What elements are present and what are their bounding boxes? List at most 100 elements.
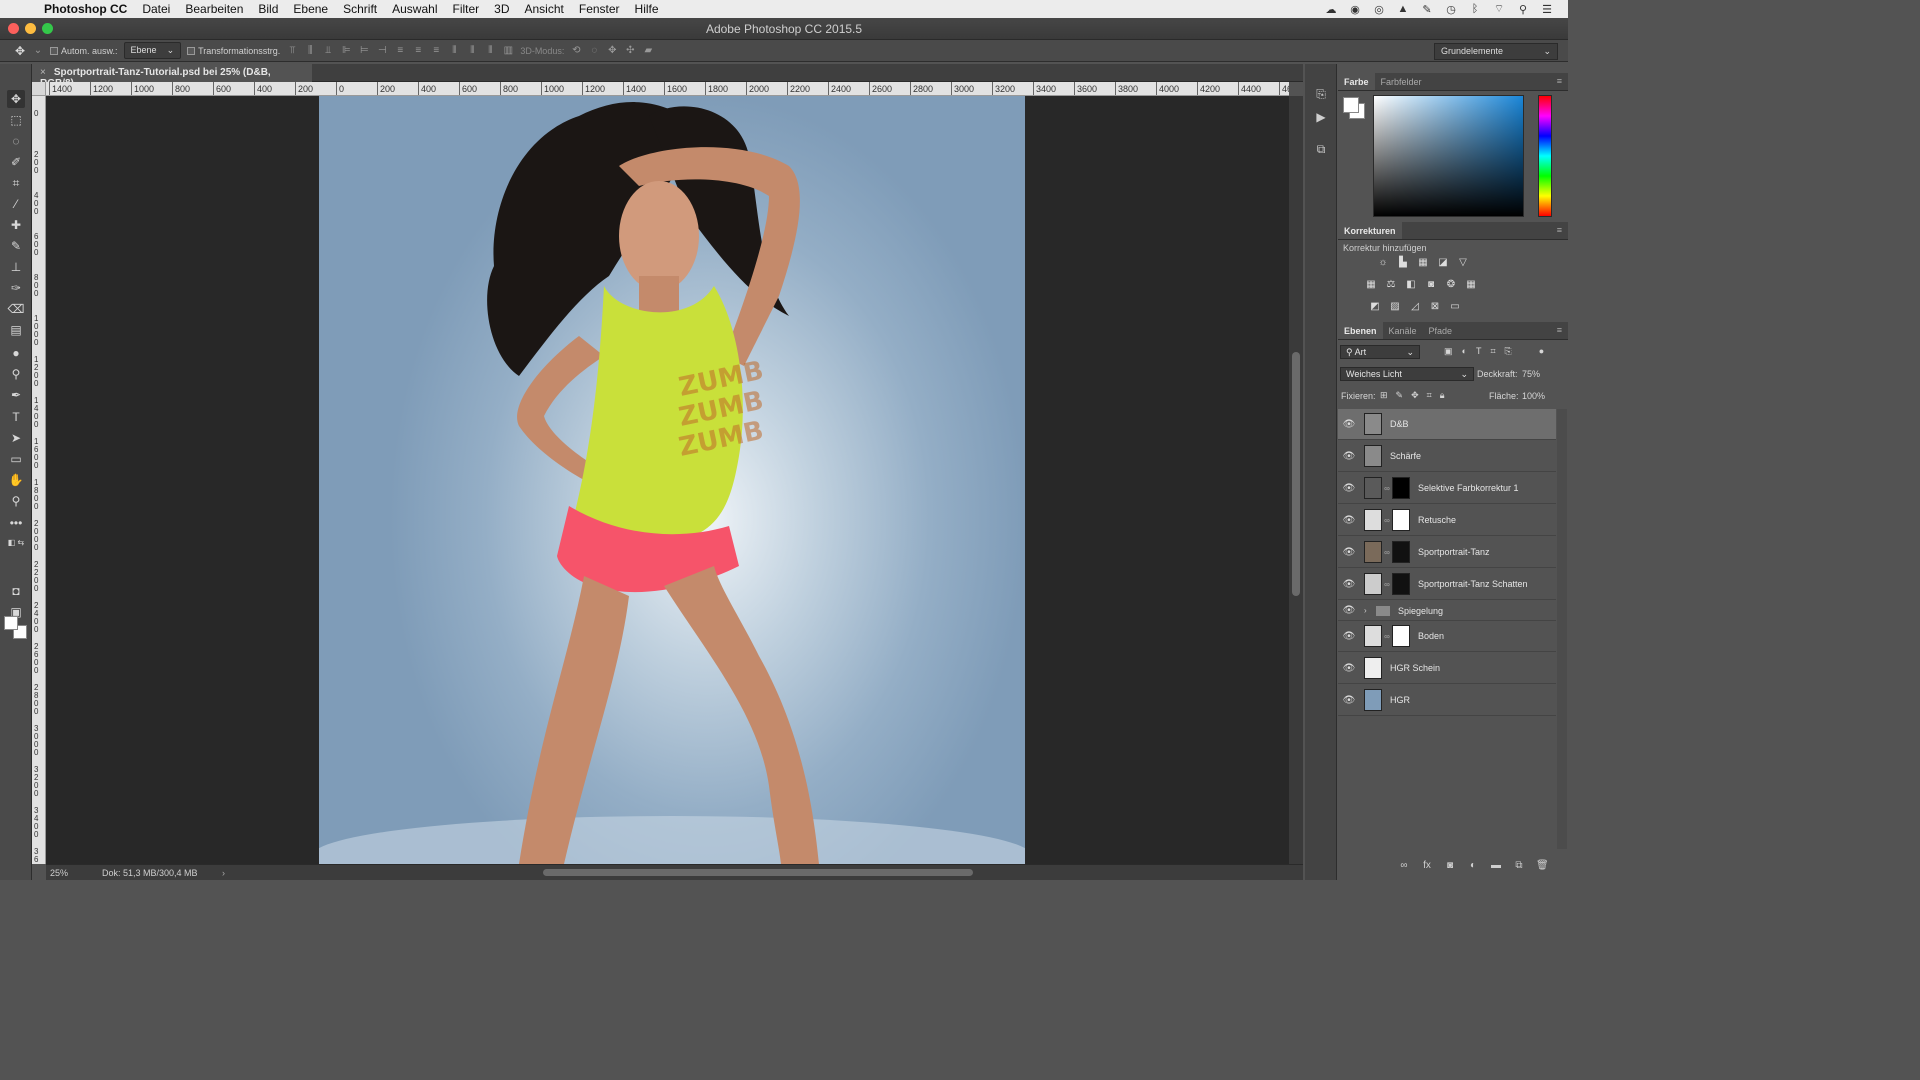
lock-pixels-icon[interactable]: ✎ <box>1396 390 1404 401</box>
layer-mask-thumbnail[interactable] <box>1392 541 1410 563</box>
filter-type-icon[interactable]: T <box>1476 346 1482 357</box>
layer-thumbnail[interactable] <box>1364 625 1382 647</box>
creative-cloud-icon[interactable]: ◉ <box>1348 3 1362 16</box>
actions-panel-icon[interactable]: ▶ <box>1313 109 1329 125</box>
ruler-origin[interactable] <box>32 82 46 96</box>
adjustments-menu-icon[interactable]: ≡ <box>1551 222 1568 239</box>
3d-rotate-icon[interactable]: ⟲ <box>570 45 582 57</box>
auto-select-target-dropdown[interactable]: Ebene ⌄ <box>123 42 182 59</box>
clone-stamp-tool-icon[interactable]: ⊥ <box>7 258 25 276</box>
menu-hilfe[interactable]: Hilfe <box>635 2 659 16</box>
auto-align-icon[interactable]: ▥ <box>502 45 514 57</box>
lock-artboard-icon[interactable]: ⌗ <box>1427 390 1432 401</box>
menu-photoshop[interactable]: Photoshop CC <box>44 2 127 16</box>
layer-thumbnail[interactable] <box>1364 509 1382 531</box>
filter-toggle-icon[interactable]: ● <box>1539 346 1544 357</box>
close-icon[interactable]: × <box>40 67 46 78</box>
spotlight-icon[interactable]: ⚲ <box>1516 3 1530 16</box>
align-hcenter-icon[interactable]: ⊨ <box>358 45 370 57</box>
mask-link-icon[interactable]: ∞ <box>1382 548 1392 557</box>
black-white-icon[interactable]: ◧ <box>1405 279 1417 291</box>
layer-row[interactable]: 👁︎ ∞ Retusche <box>1338 505 1556 536</box>
distribute-left-icon[interactable]: ⦀ <box>448 45 460 57</box>
eyedropper-tool-icon[interactable]: ⁄ <box>7 195 25 213</box>
mask-link-icon[interactable]: ∞ <box>1382 632 1392 641</box>
distribute-right-icon[interactable]: ⦀ <box>484 45 496 57</box>
workspace-dropdown[interactable]: Grundelemente ⌄ <box>1434 43 1558 60</box>
color-balance-icon[interactable]: ⚖ <box>1385 279 1397 291</box>
tab-pfade[interactable]: Pfade <box>1423 322 1459 339</box>
align-right-icon[interactable]: ⊣ <box>376 45 388 57</box>
dodge-tool-icon[interactable]: ⚲ <box>7 365 25 383</box>
layer-thumbnail[interactable] <box>1364 477 1382 499</box>
visibility-eye-icon[interactable]: 👁︎ <box>1338 695 1360 706</box>
zoom-level[interactable]: 25% <box>46 868 102 878</box>
adjustments-title[interactable]: Korrekturen <box>1338 222 1402 239</box>
tab-kanaele[interactable]: Kanäle <box>1383 322 1423 339</box>
new-group-icon[interactable]: ▬ <box>1490 860 1502 871</box>
vertical-ruler[interactable]: 0 200 400 600 800 1000 1200 1400 1600 1800 2000 220… <box>32 96 46 864</box>
menu-datei[interactable]: Datei <box>142 2 170 16</box>
color-lookup-icon[interactable]: ▦ <box>1465 279 1477 291</box>
threshold-icon[interactable]: ◿ <box>1409 301 1421 313</box>
tab-ebenen[interactable]: Ebenen <box>1338 322 1383 339</box>
channel-mixer-icon[interactable]: ❂ <box>1445 279 1457 291</box>
color-panel-menu-icon[interactable]: ≡ <box>1551 73 1568 90</box>
menu-bearbeiten[interactable]: Bearbeiten <box>185 2 243 16</box>
filter-pixel-icon[interactable]: ▣ <box>1444 346 1453 357</box>
eraser-tool-icon[interactable]: ⌫ <box>7 300 25 318</box>
menu-ebene[interactable]: Ebene <box>293 2 328 16</box>
gradient-map-icon[interactable]: ▭ <box>1449 301 1461 313</box>
layer-row[interactable]: 👁︎ Schärfe <box>1338 441 1556 472</box>
path-selection-tool-icon[interactable]: ➤ <box>7 429 25 447</box>
align-bottom-icon[interactable]: ⫫ <box>322 45 334 57</box>
cloud-icon[interactable]: ☁ <box>1324 3 1338 16</box>
hue-saturation-icon[interactable]: ▦ <box>1365 279 1377 291</box>
curves-icon[interactable]: ▦ <box>1417 257 1429 269</box>
blend-mode-dropdown[interactable]: Weiches Licht ⌄ <box>1340 367 1474 381</box>
layer-row[interactable]: 👁︎ HGR <box>1338 685 1556 716</box>
visibility-eye-icon[interactable]: 👁︎ <box>1338 419 1360 430</box>
record-icon[interactable]: ◎ <box>1372 3 1386 16</box>
filter-smart-object-icon[interactable]: ⎘ <box>1505 346 1512 357</box>
layer-row[interactable]: 👁︎ ∞ Sportportrait-Tanz Schatten <box>1338 569 1556 600</box>
3d-slide-icon[interactable]: ✣ <box>624 45 636 57</box>
brightness-icon[interactable]: ☼ <box>1377 257 1389 269</box>
3d-scale-icon[interactable]: ▰ <box>642 45 654 57</box>
levels-icon[interactable]: ▙ <box>1397 257 1409 269</box>
layers-panel-menu-icon[interactable]: ≡ <box>1551 322 1568 339</box>
layer-thumbnail[interactable] <box>1364 445 1382 467</box>
lock-position-icon[interactable]: ✥ <box>1411 390 1419 401</box>
layers-scrollbar[interactable] <box>1557 409 1567 849</box>
link-layers-icon[interactable]: ∞ <box>1398 860 1410 871</box>
canvas-horizontal-scrollbar[interactable] <box>543 869 973 876</box>
quick-mask-icon[interactable]: ◘ <box>7 582 25 600</box>
distribute-bottom-icon[interactable]: ≡ <box>430 45 442 57</box>
menu-fenster[interactable]: Fenster <box>579 2 620 16</box>
layer-filter-dropdown[interactable]: ⚲ Art ⌄ <box>1340 345 1420 359</box>
opacity-value[interactable]: 75% <box>1522 369 1540 379</box>
menu-auswahl[interactable]: Auswahl <box>392 2 437 16</box>
hue-slider[interactable] <box>1538 95 1552 217</box>
color-field[interactable] <box>1373 95 1524 217</box>
color-swatches[interactable] <box>4 616 30 642</box>
zoom-tool-icon[interactable]: ⚲ <box>7 492 25 510</box>
move-tool-icon[interactable]: ✥ <box>7 90 25 108</box>
transform-controls-checkbox[interactable]: Transformationsstrg. <box>187 46 280 56</box>
adobe-icon[interactable]: ▲ <box>1396 3 1410 15</box>
visibility-eye-icon[interactable]: 👁︎ <box>1338 547 1360 558</box>
layer-group-row[interactable]: 👁︎ › Spiegelung <box>1338 601 1556 621</box>
mask-link-icon[interactable]: ∞ <box>1382 516 1392 525</box>
menu-ansicht[interactable]: Ansicht <box>525 2 564 16</box>
tab-farbe[interactable]: Farbe <box>1338 73 1375 90</box>
3d-roll-icon[interactable]: ◌ <box>588 45 600 57</box>
selective-color-icon[interactable]: ⊠ <box>1429 301 1441 313</box>
layer-mask-thumbnail[interactable] <box>1392 573 1410 595</box>
hand-tool-icon[interactable]: ✋ <box>7 471 25 489</box>
visibility-eye-icon[interactable]: 👁︎ <box>1338 483 1360 494</box>
visibility-eye-icon[interactable]: 👁︎ <box>1338 515 1360 526</box>
filter-adjustment-icon[interactable]: ◐ <box>1462 346 1467 357</box>
visibility-eye-icon[interactable]: 👁︎ <box>1338 663 1360 674</box>
brush-icon[interactable]: ✎ <box>1420 3 1434 16</box>
brush-tool-icon[interactable]: ✎ <box>7 237 25 255</box>
